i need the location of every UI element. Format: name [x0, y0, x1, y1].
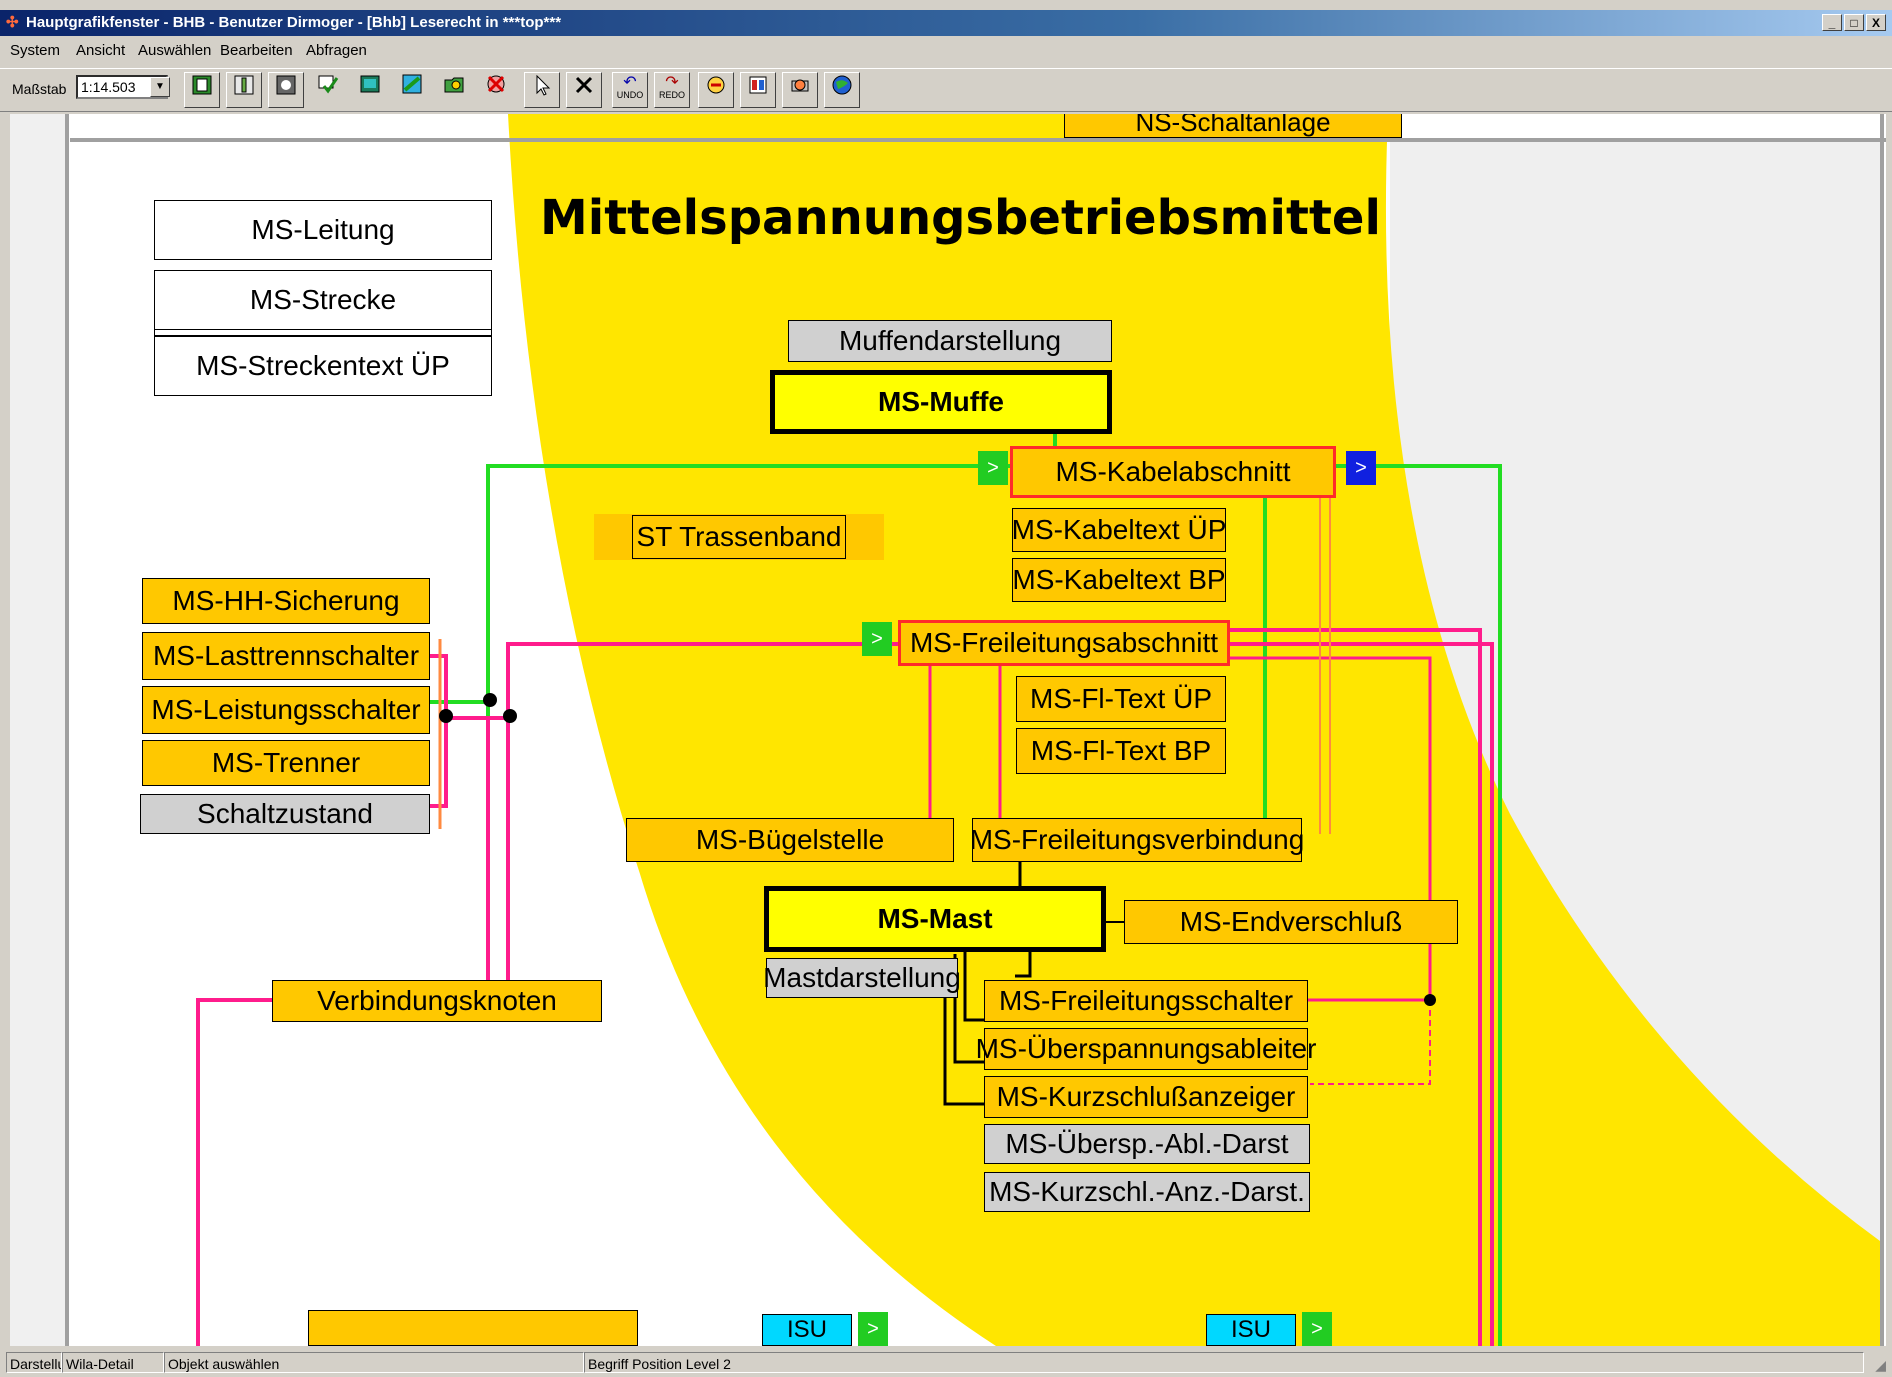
minimize-button[interactable]: _: [1822, 14, 1842, 31]
ms-fl-text-up-box[interactable]: MS-Fl-Text ÜP: [1016, 676, 1226, 722]
ms-lasttrennschalter-box[interactable]: MS-Lasttrennschalter: [142, 632, 430, 680]
bottom-partial-box[interactable]: [308, 1310, 638, 1346]
menu-ansicht[interactable]: Ansicht: [76, 38, 125, 64]
map-config-icon[interactable]: [268, 72, 304, 108]
ms-uebersp-abl-darst-box[interactable]: MS-Übersp.-Abl.-Darst: [984, 1124, 1310, 1164]
muffendarstellung-box[interactable]: Muffendarstellung: [788, 320, 1112, 362]
menu-bar: System Ansicht Auswählen Bearbeiten Abfr…: [0, 38, 1892, 64]
ms-strecke-box[interactable]: MS-Strecke: [154, 270, 492, 330]
isu-box-1[interactable]: ISU: [762, 1314, 852, 1346]
graphic-canvas[interactable]: NS-Schaltanlage Mittelspannungsbetriebsm…: [10, 114, 1886, 1346]
undo-icon[interactable]: ↶ UNDO: [612, 72, 648, 108]
ms-muffe-box[interactable]: MS-Muffe: [770, 370, 1112, 434]
layers-icon[interactable]: [184, 72, 220, 108]
isu2-arrow-icon[interactable]: >: [1302, 1312, 1332, 1346]
folder-icon[interactable]: [436, 72, 472, 108]
kabelabschnitt-arrow-right-icon[interactable]: >: [1346, 451, 1376, 485]
ms-kabeltext-up-box[interactable]: MS-Kabeltext ÜP: [1012, 508, 1226, 552]
freileitung-arrow-icon[interactable]: >: [862, 622, 892, 656]
highlight-icon[interactable]: [698, 72, 734, 108]
window-title: Hauptgrafikfenster - BHB - Benutzer Dirm…: [26, 14, 562, 31]
pointer-icon[interactable]: [524, 72, 560, 108]
toolbar: Maßstab 1:14.503 ▼ ↶ UNDO ↷ REDO: [0, 68, 1892, 112]
ms-kurzschl-anz-darst-box[interactable]: MS-Kurzschl.-Anz.-Darst.: [984, 1172, 1310, 1212]
ms-leistungsschalter-box[interactable]: MS-Leistungsschalter: [142, 686, 430, 734]
mastdarstellung-box[interactable]: Mastdarstellung: [763, 958, 961, 998]
ms-kurzschlussanzeiger-box[interactable]: MS-Kurzschlußanzeiger: [984, 1076, 1308, 1118]
ms-kabelabschnitt-box[interactable]: MS-Kabelabschnitt: [1010, 446, 1336, 498]
delete-object-icon[interactable]: [478, 72, 514, 108]
ms-freileitungsabschnitt-box[interactable]: MS-Freileitungsabschnitt: [898, 620, 1230, 666]
kabelabschnitt-arrow-left-icon[interactable]: >: [978, 451, 1008, 485]
edit-map-icon[interactable]: [394, 72, 430, 108]
ms-freileitungsschalter-box[interactable]: MS-Freileitungsschalter: [984, 980, 1308, 1022]
status-bar: Darstellu Wila-Detail Objekt auswählen B…: [0, 1350, 1892, 1375]
scale-label: Maßstab: [12, 81, 67, 97]
title-bar: ✣ Hauptgrafikfenster - BHB - Benutzer Di…: [0, 10, 1892, 36]
st-trassenband-box[interactable]: ST Trassenband: [594, 514, 884, 560]
isu-box-2[interactable]: ISU: [1206, 1314, 1296, 1346]
schaltzustand-box[interactable]: Schaltzustand: [140, 794, 430, 834]
status-field-1: Darstellu: [6, 1352, 62, 1373]
close-button[interactable]: X: [1866, 14, 1886, 31]
scale-dropdown-arrow-icon[interactable]: ▼: [150, 77, 170, 97]
ms-freileitungsverbindung-box[interactable]: MS-Freileitungsverbindung: [970, 818, 1304, 862]
status-field-2: Wila-Detail: [62, 1352, 164, 1373]
redo-icon[interactable]: ↷ REDO: [654, 72, 690, 108]
status-field-4: Begriff Position Level 2: [584, 1352, 1864, 1373]
tool-icon[interactable]: [226, 72, 262, 108]
isu1-arrow-icon[interactable]: >: [858, 1312, 888, 1346]
ms-streckentext-box[interactable]: MS-Streckentext ÜP: [154, 336, 492, 396]
menu-abfragen[interactable]: Abfragen: [306, 38, 367, 64]
menu-system[interactable]: System: [10, 38, 60, 64]
st-trassenband-label: ST Trassenband: [632, 515, 846, 559]
ms-trenner-box[interactable]: MS-Trenner: [142, 740, 430, 786]
resize-grip-icon[interactable]: ◢: [1875, 1354, 1886, 1377]
window-icon[interactable]: [352, 72, 388, 108]
menu-auswaehlen[interactable]: Auswählen: [138, 38, 211, 64]
globe-icon[interactable]: [824, 72, 860, 108]
ms-endverschluss-box[interactable]: MS-Endverschluß: [1124, 900, 1458, 944]
properties-icon[interactable]: [740, 72, 776, 108]
ms-buegelstelle-box[interactable]: MS-Bügelstelle: [626, 818, 954, 862]
ms-fl-text-bp-box[interactable]: MS-Fl-Text BP: [1016, 728, 1226, 774]
undo-label: UNDO: [616, 90, 644, 100]
menu-bearbeiten[interactable]: Bearbeiten: [220, 38, 293, 64]
redo-label: REDO: [658, 90, 685, 100]
ms-mast-box[interactable]: MS-Mast: [764, 886, 1106, 952]
print-icon[interactable]: [782, 72, 818, 108]
status-field-3: Objekt auswählen: [164, 1352, 584, 1373]
check-select-icon[interactable]: [310, 72, 346, 108]
verbindungsknoten-box[interactable]: Verbindungsknoten: [272, 980, 602, 1022]
ms-kabeltext-bp-box[interactable]: MS-Kabeltext BP: [1012, 558, 1226, 602]
app-icon: ✣: [6, 14, 19, 31]
maximize-button[interactable]: □: [1844, 14, 1864, 31]
ms-leitung-box[interactable]: MS-Leitung: [154, 200, 492, 260]
ms-hh-sicherung-box[interactable]: MS-HH-Sicherung: [142, 578, 430, 624]
ms-ueberspannungsableiter-box[interactable]: MS-Überspannungsableiter: [976, 1028, 1316, 1070]
close-x-icon[interactable]: [566, 72, 602, 108]
